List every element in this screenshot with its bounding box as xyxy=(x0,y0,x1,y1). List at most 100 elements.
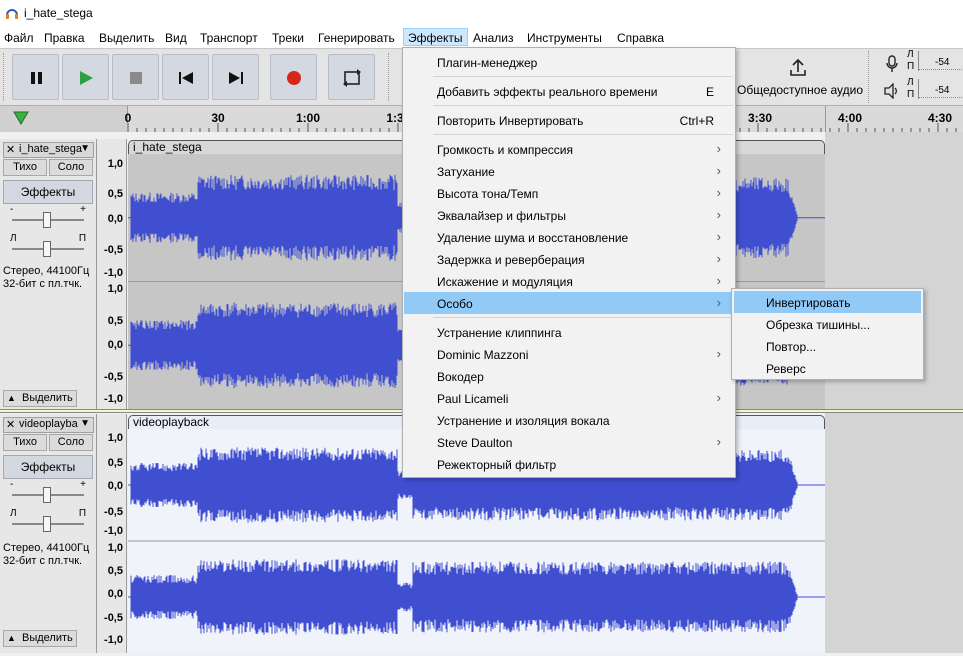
gain-plus-label: + xyxy=(80,479,86,490)
special-submenu-item-label: Инвертировать xyxy=(766,296,851,310)
play-icon xyxy=(80,71,93,85)
effects-menu-item-label: Плагин-менеджер xyxy=(437,56,538,70)
effects-menu-item[interactable]: Громкость и компрессия › xyxy=(404,138,734,160)
solo-button[interactable]: Соло xyxy=(49,159,93,176)
track-effects-button[interactable]: Эффекты xyxy=(3,455,93,479)
track-select-button[interactable]: ▲ Выделить xyxy=(3,630,77,647)
effects-menu-item[interactable]: Вокодер xyxy=(404,365,734,387)
effects-menu-item[interactable]: Устранение клиппинга xyxy=(404,321,734,343)
track-format-info: Стерео, 44100Гц 32-бит с пл.тчк. xyxy=(3,542,89,568)
pause-icon xyxy=(31,72,42,84)
collapse-triangle-icon: ▲ xyxy=(7,393,16,403)
mute-button[interactable]: Тихо xyxy=(3,434,47,451)
effects-menu-item[interactable]: Особо › xyxy=(404,292,734,314)
scale-label: -1,0 xyxy=(104,267,123,279)
effects-menu-item[interactable]: Dominic Mazzoni › xyxy=(404,343,734,365)
effects-menu-item[interactable]: Высота тона/Темп › xyxy=(404,182,734,204)
toolbar-grip[interactable] xyxy=(3,53,6,101)
scale-label: -1,0 xyxy=(104,634,123,646)
record-meter[interactable]: -54 xyxy=(918,51,963,71)
stop-button[interactable] xyxy=(112,54,159,100)
pan-slider-thumb[interactable] xyxy=(43,516,51,532)
menu-view[interactable]: Вид xyxy=(161,29,191,47)
effects-menu-item[interactable]: Режекторный фильтр xyxy=(404,453,734,475)
menu-select[interactable]: Выделить xyxy=(95,29,158,47)
menu-tools[interactable]: Инструменты xyxy=(523,29,606,47)
pan-slider[interactable]: Л П xyxy=(8,233,88,259)
clip-name: i_hate_stega xyxy=(133,140,202,154)
special-submenu-item-label: Повтор... xyxy=(766,340,817,354)
menu-separator xyxy=(433,317,733,318)
close-track-icon[interactable]: ✕ xyxy=(6,143,15,156)
menu-analyze[interactable]: Анализ xyxy=(469,29,518,47)
effects-menu-item[interactable]: Эквалайзер и фильтры › xyxy=(404,204,734,226)
effects-menu-item[interactable]: Удаление шума и восстановление › xyxy=(404,226,734,248)
play-button[interactable] xyxy=(62,54,109,100)
effects-menu-item[interactable]: Плагин-менеджер xyxy=(404,51,734,73)
special-submenu-item[interactable]: Инвертировать xyxy=(734,291,921,313)
track-rate-info: Стерео, 44100Гц xyxy=(3,265,90,277)
effects-menu-item[interactable]: Paul Licameli › xyxy=(404,387,734,409)
effects-menu-item[interactable]: Steve Daulton › xyxy=(404,431,734,453)
ruler-corner xyxy=(0,106,128,132)
scale-label: 0,0 xyxy=(107,213,123,225)
effects-menu-item-label: Устранение и изоляция вокала xyxy=(437,414,610,428)
menu-transport[interactable]: Транспорт xyxy=(196,29,262,47)
gain-slider-thumb[interactable] xyxy=(43,212,51,228)
special-submenu-item-label: Обрезка тишины... xyxy=(766,318,871,332)
menu-effects[interactable]: Эффекты xyxy=(403,28,468,46)
loop-button[interactable] xyxy=(328,54,375,100)
skip-start-button[interactable] xyxy=(162,54,209,100)
pan-slider-thumb[interactable] xyxy=(43,241,51,257)
menu-file[interactable]: Файл xyxy=(0,29,38,47)
pause-button[interactable] xyxy=(12,54,59,100)
gain-minus-label: - xyxy=(10,479,14,490)
effects-menu-item[interactable]: Искажение и модуляция › xyxy=(404,270,734,292)
effects-menu-item-label: Dominic Mazzoni xyxy=(437,348,529,362)
special-submenu-item[interactable]: Реверс xyxy=(734,357,921,379)
track-name-menu[interactable]: ✕ videoplayba ▼ xyxy=(3,417,94,433)
gain-slider-thumb[interactable] xyxy=(43,487,51,503)
gain-slider[interactable]: - + xyxy=(8,479,88,505)
menu-generate[interactable]: Генерировать xyxy=(314,29,399,47)
pan-left-label: Л xyxy=(10,233,17,244)
special-submenu: Инвертировать Обрезка тишины... Повтор... Р… xyxy=(731,288,924,380)
menu-edit[interactable]: Правка xyxy=(40,29,89,47)
special-submenu-item[interactable]: Обрезка тишины... xyxy=(734,313,921,335)
scale-label: 0,0 xyxy=(107,588,123,600)
special-submenu-item[interactable]: Повтор... xyxy=(734,335,921,357)
scale-label: 1,0 xyxy=(107,283,123,295)
microphone-icon[interactable] xyxy=(884,55,900,73)
record-button[interactable] xyxy=(270,54,317,100)
share-audio-label[interactable]: Общедоступное аудио xyxy=(737,83,863,97)
share-upload-icon[interactable] xyxy=(787,57,809,79)
mute-button[interactable]: Тихо xyxy=(3,159,47,176)
menu-help[interactable]: Справка xyxy=(613,29,668,47)
gain-minus-label: - xyxy=(10,204,14,215)
speaker-icon[interactable] xyxy=(883,83,901,99)
scale-label: 0,5 xyxy=(107,565,123,577)
timeline-play-head-icon[interactable] xyxy=(12,110,30,126)
track-effects-button[interactable]: Эффекты xyxy=(3,180,93,204)
meter-play-left-label: Л xyxy=(907,77,914,88)
menu-tracks[interactable]: Треки xyxy=(268,29,308,47)
effects-menu-item[interactable]: Добавить эффекты реального времени E xyxy=(404,80,734,102)
skip-end-button[interactable] xyxy=(212,54,259,100)
effects-menu-item[interactable]: Повторить Инвертировать Ctrl+R xyxy=(404,109,734,131)
track-name-menu[interactable]: ✕ i_hate_stega ▼ xyxy=(3,142,94,158)
playback-meter[interactable]: -54 xyxy=(918,79,963,99)
effects-menu-item[interactable]: Задержка и реверберация › xyxy=(404,248,734,270)
effects-menu-item-label: Steve Daulton xyxy=(437,436,513,450)
effects-menu-item[interactable]: Затухание › xyxy=(404,160,734,182)
track-name-label: i_hate_stega xyxy=(19,143,82,155)
empty-track-area[interactable] xyxy=(825,132,963,653)
gain-slider[interactable]: - + xyxy=(8,204,88,230)
pan-slider[interactable]: Л П xyxy=(8,508,88,534)
solo-button[interactable]: Соло xyxy=(49,434,93,451)
close-track-icon[interactable]: ✕ xyxy=(6,418,15,431)
audacity-logo-icon xyxy=(6,9,18,19)
effects-menu-item[interactable]: Устранение и изоляция вокала xyxy=(404,409,734,431)
scale-label: 0,5 xyxy=(107,188,123,200)
track-select-button[interactable]: ▲ Выделить xyxy=(3,390,77,407)
effects-menu-item-label: Эквалайзер и фильтры xyxy=(437,209,566,223)
